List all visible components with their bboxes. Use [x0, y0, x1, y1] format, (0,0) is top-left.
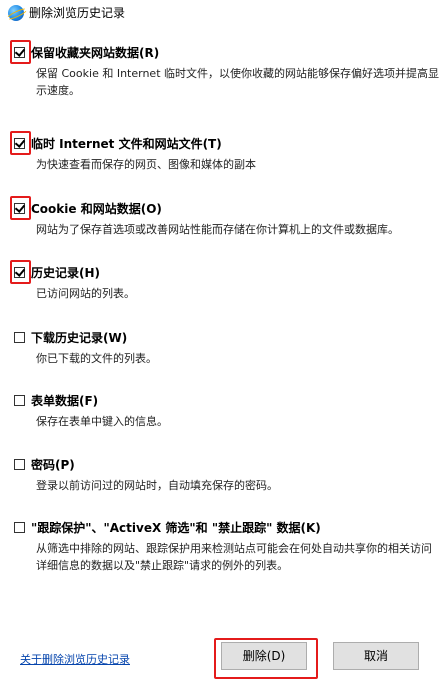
- download-history-checkbox[interactable]: [14, 332, 25, 343]
- highlight-box: [10, 40, 31, 64]
- option-description: 保存在表单中键入的信息。: [36, 415, 168, 428]
- option-description: 已访问网站的列表。: [36, 287, 135, 300]
- internet-explorer-icon: [8, 5, 24, 21]
- option-description: 你已下载的文件的列表。: [36, 352, 157, 365]
- highlight-box: [10, 260, 31, 284]
- passwords-checkbox[interactable]: [14, 459, 25, 470]
- title-bar: 删除浏览历史记录: [0, 0, 441, 27]
- option-cookies: Cookie 和网站数据(O) 网站为了保存首选项或改善网站性能而存储在你计算机…: [14, 201, 434, 238]
- option-label: 密码(P): [31, 458, 75, 472]
- option-label: "跟踪保护"、"ActiveX 筛选"和 "禁止跟踪" 数据(K): [31, 521, 321, 535]
- cancel-button[interactable]: 取消: [333, 642, 419, 670]
- form-data-checkbox[interactable]: [14, 395, 25, 406]
- option-label: 表单数据(F): [31, 394, 99, 408]
- delete-button[interactable]: 删除(D): [221, 642, 307, 670]
- window-title: 删除浏览历史记录: [29, 6, 126, 20]
- option-temp-internet-files: 临时 Internet 文件和网站文件(T) 为快速查看而保存的网页、图像和媒体…: [14, 136, 434, 173]
- option-history: 历史记录(H) 已访问网站的列表。: [14, 265, 434, 302]
- option-label: Cookie 和网站数据(O): [31, 202, 162, 216]
- option-preserve-favorites: 保留收藏夹网站数据(R) 保留 Cookie 和 Internet 临时文件，以…: [14, 45, 439, 99]
- option-passwords: 密码(P) 登录以前访问过的网站时，自动填充保存的密码。: [14, 457, 434, 494]
- option-label: 下载历史记录(W): [31, 331, 128, 345]
- option-tracking-protection: "跟踪保护"、"ActiveX 筛选"和 "禁止跟踪" 数据(K) 从筛选中排除…: [14, 520, 434, 574]
- option-label: 保留收藏夹网站数据(R): [31, 46, 160, 60]
- option-download-history: 下载历史记录(W) 你已下载的文件的列表。: [14, 330, 434, 367]
- about-delete-history-link[interactable]: 关于删除浏览历史记录: [20, 651, 130, 667]
- option-form-data: 表单数据(F) 保存在表单中键入的信息。: [14, 393, 434, 430]
- option-description: 保留 Cookie 和 Internet 临时文件，以使你收藏的网站能够保存偏好…: [36, 67, 439, 97]
- option-label: 历史记录(H): [31, 266, 101, 280]
- highlight-box: [10, 131, 31, 155]
- option-description: 登录以前访问过的网站时，自动填充保存的密码。: [36, 479, 278, 492]
- highlight-box: [10, 196, 31, 220]
- option-label: 临时 Internet 文件和网站文件(T): [31, 137, 222, 151]
- tracking-protection-checkbox[interactable]: [14, 522, 25, 533]
- option-description: 从筛选中排除的网站、跟踪保护用来检测站点可能会在何处自动共享你的相关访问详细信息…: [36, 542, 432, 572]
- option-description: 网站为了保存首选项或改善网站性能而存储在你计算机上的文件或数据库。: [36, 223, 399, 236]
- option-description: 为快速查看而保存的网页、图像和媒体的副本: [36, 158, 256, 171]
